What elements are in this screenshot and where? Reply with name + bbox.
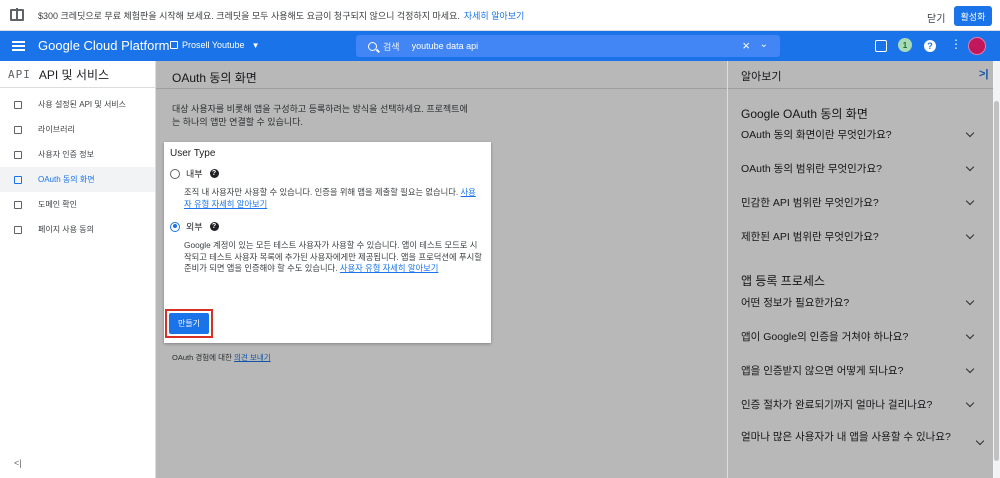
domain-icon [14, 200, 22, 209]
learn-panel: 알아보기 >| Google OAuth 동의 화면 OAuth 동의 화면이란… [727, 61, 994, 478]
clear-search-icon[interactable]: × [742, 38, 750, 53]
cloud-shell-icon[interactable] [875, 40, 887, 52]
promo-learn-more-link[interactable]: 자세히 알아보기 [464, 9, 524, 22]
search-bar[interactable]: 검색 × ⌄ [356, 35, 780, 57]
search-input[interactable] [411, 41, 712, 51]
collapse-nav-button[interactable]: <| [14, 458, 22, 468]
page-agreement-icon [14, 225, 22, 234]
chevron-down-icon[interactable]: ⌄ [760, 39, 768, 50]
library-icon [14, 125, 22, 134]
nav-title: API 및 서비스 [38, 67, 110, 82]
help-icon[interactable]: ? [209, 169, 219, 178]
project-selector[interactable]: Prosell Youtube ▼ [170, 40, 259, 50]
project-icon [170, 41, 178, 49]
nav-header: API API 및 서비스 [0, 61, 155, 88]
external-radio[interactable] [170, 221, 180, 232]
external-label: 외부 [186, 222, 203, 232]
sidebar-item-label: 라이브러리 [38, 125, 75, 134]
internal-description: 조직 내 사용자만 사용할 수 있습니다. 인증을 위해 앱을 제출할 필요는 … [184, 187, 482, 210]
api-diamond-icon [14, 100, 22, 109]
internal-radio[interactable] [170, 168, 180, 179]
sidebar-item-label: 페이지 사용 동의 [38, 225, 94, 234]
scrollbar[interactable] [993, 61, 1000, 478]
promo-text: $300 크레딧으로 무료 체험판을 시작해 보세요. 크레딧을 모두 사용해도… [38, 10, 460, 21]
sidebar-item-label: OAuth 동의 화면 [38, 175, 95, 184]
internal-desc-text: 조직 내 사용자만 사용할 수 있습니다. 인증을 위해 앱을 제출할 필요는 … [184, 187, 459, 197]
sidebar-item-page-agreement[interactable]: 페이지 사용 동의 [0, 217, 155, 242]
more-vert-icon[interactable]: ⋮ [950, 38, 962, 50]
user-type-dialog: User Type 내부 ? 조직 내 사용자만 사용할 수 있습니다. 인증을… [164, 142, 491, 343]
sidebar-item-label: 사용 설정된 API 및 서비스 [38, 100, 127, 109]
promo-banner: $300 크레딧으로 무료 체험판을 시작해 보세요. 크레딧을 모두 사용해도… [0, 0, 1000, 31]
sidebar-item-enabled-apis[interactable]: 사용 설정된 API 및 서비스 [0, 92, 155, 117]
avatar[interactable] [968, 37, 986, 55]
consent-icon [14, 175, 22, 184]
gift-icon [10, 8, 24, 21]
activate-button[interactable]: 활성화 [954, 6, 992, 26]
notification-badge[interactable]: 1 [898, 38, 912, 52]
help-icon[interactable]: ? [924, 40, 936, 52]
left-navigation: API API 및 서비스 사용 설정된 API 및 서비스 라이브러리 사용자… [0, 61, 156, 478]
sidebar-item-label: 도메인 확인 [38, 200, 78, 209]
app-title[interactable]: Google Cloud Platform [38, 38, 170, 53]
external-option[interactable]: 외부 ? [170, 220, 219, 233]
menu-icon[interactable] [12, 41, 25, 51]
search-label: 검색 [383, 41, 400, 52]
promo-close-button[interactable]: 닫기 [927, 10, 945, 25]
external-description: Google 계정이 있는 모든 테스트 사용자가 사용할 수 있습니다. 앱이… [184, 240, 482, 275]
project-name: Prosell Youtube [182, 40, 245, 50]
dim-overlay [728, 61, 994, 478]
top-app-bar: Google Cloud Platform Prosell Youtube ▼ … [0, 31, 1000, 61]
sidebar-item-domain-verification[interactable]: 도메인 확인 [0, 192, 155, 217]
internal-label: 내부 [186, 169, 203, 179]
help-icon[interactable]: ? [209, 222, 219, 231]
key-icon [14, 150, 22, 159]
search-icon [368, 41, 377, 51]
api-logo-icon: API [8, 67, 31, 81]
sidebar-item-label: 사용자 인증 정보 [38, 150, 94, 159]
sidebar-item-credentials[interactable]: 사용자 인증 정보 [0, 142, 155, 167]
sidebar-item-oauth-consent[interactable]: OAuth 동의 화면 [0, 167, 155, 192]
internal-option[interactable]: 내부 ? [170, 167, 219, 180]
scrollbar-thumb[interactable] [994, 101, 999, 461]
user-type-heading: User Type [170, 148, 216, 159]
caret-down-icon: ▼ [251, 40, 260, 50]
external-learn-more-link[interactable]: 사용자 유형 자세히 알아보기 [340, 263, 439, 273]
sidebar-item-library[interactable]: 라이브러리 [0, 117, 155, 142]
create-button[interactable]: 만들기 [169, 313, 209, 334]
